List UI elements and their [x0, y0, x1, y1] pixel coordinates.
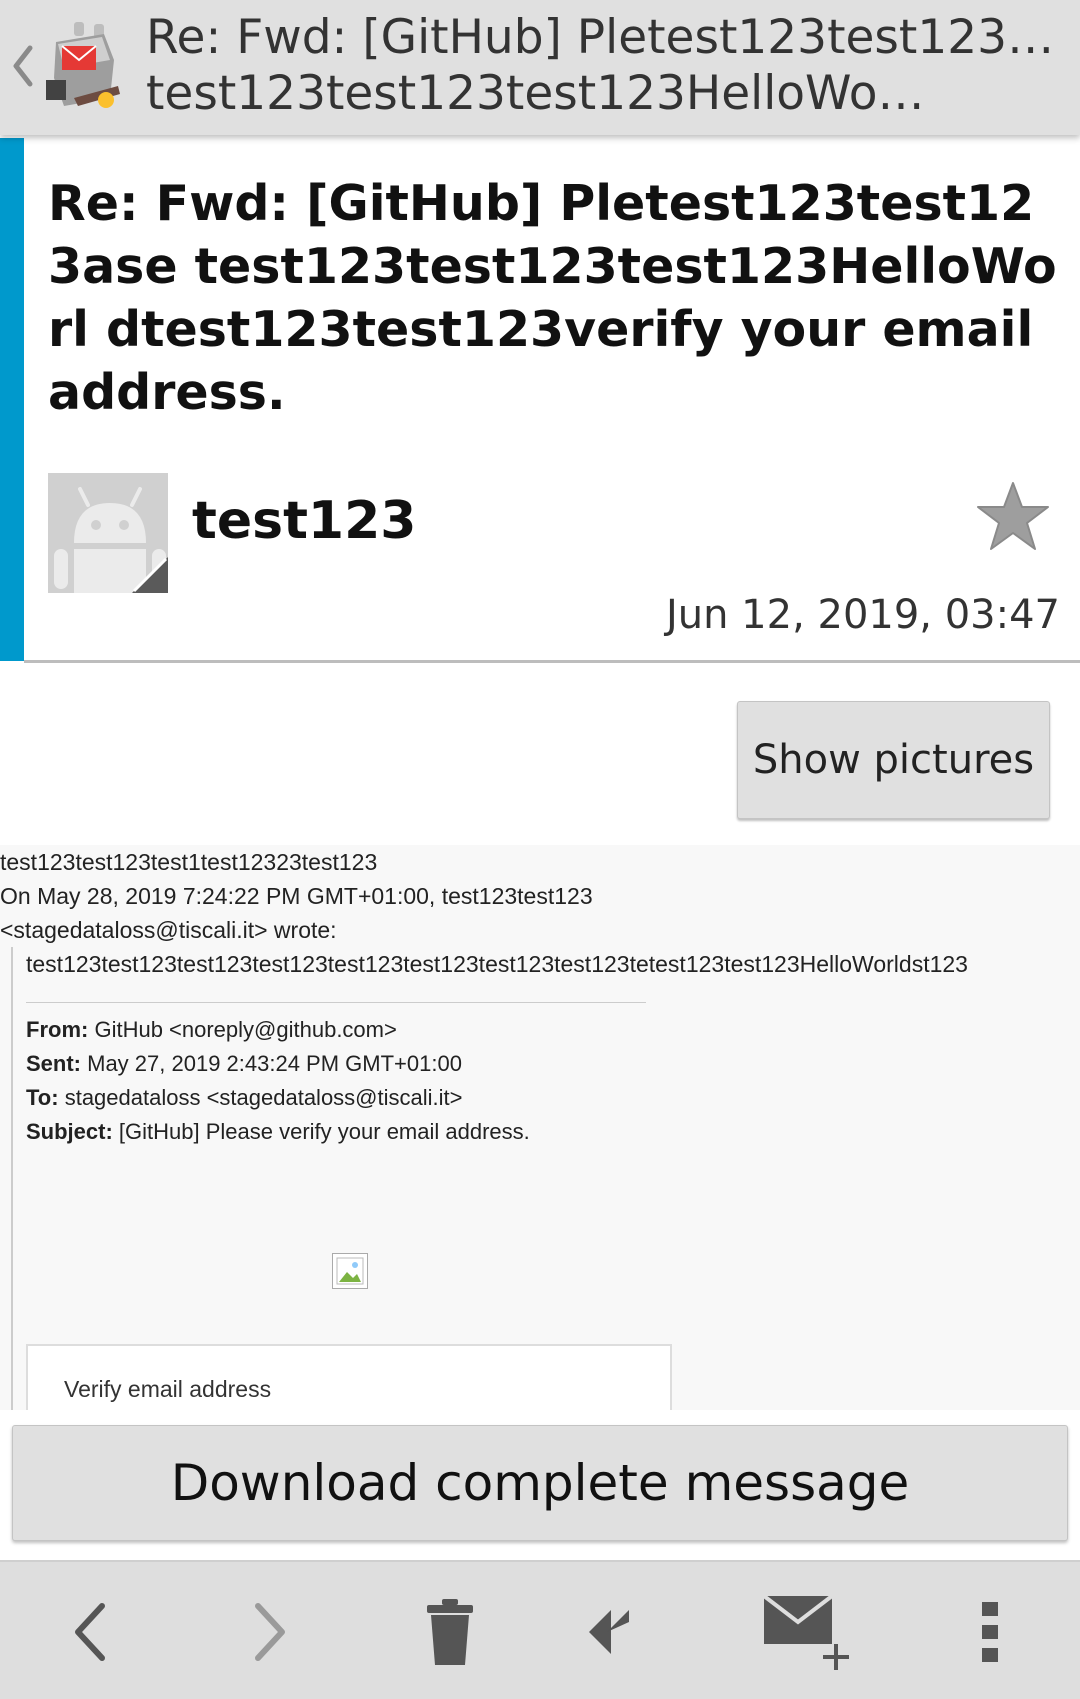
compose-icon — [762, 1594, 849, 1670]
body-line: On May 28, 2019 7:24:22 PM GMT+01:00, te… — [0, 883, 593, 909]
overflow-menu-icon — [982, 1602, 998, 1662]
star-icon[interactable] — [975, 480, 1051, 552]
from-row: From: GitHub <noreply@github.com> — [26, 1013, 530, 1047]
action-bar: Re: Fwd: [GitHub] Pletest123test123ase t… — [0, 0, 1080, 135]
quoted-text: test123test123test123test123test123test1… — [26, 951, 968, 977]
sent-label: Sent: — [26, 1051, 81, 1076]
sent-row: Sent: May 27, 2019 2:43:24 PM GMT+01:00 — [26, 1047, 530, 1081]
from-value[interactable]: GitHub <noreply@github.com> — [94, 1017, 396, 1042]
delete-icon — [427, 1599, 473, 1665]
header-divider — [24, 660, 1080, 663]
subject-value: [GitHub] Please verify your email addres… — [118, 1119, 530, 1144]
to-label: To: — [26, 1085, 59, 1110]
contact-avatar[interactable] — [48, 473, 168, 593]
quoted-message: test123test123test123test123test123test1… — [11, 947, 1080, 1410]
to-value[interactable]: stagedataloss <stagedataloss@tiscali.it> — [65, 1085, 463, 1110]
android-avatar-icon — [48, 473, 168, 593]
message-view-screen: Re: Fwd: [GitHub] Pletest123test123ase t… — [0, 0, 1080, 1699]
to-row: To: stagedataloss <stagedataloss@tiscali… — [26, 1081, 530, 1115]
message-body[interactable]: test123test123test1test12323test123 On M… — [0, 845, 1080, 1410]
sent-value: May 27, 2019 2:43:24 PM GMT+01:00 — [87, 1051, 462, 1076]
reply-all-icon — [589, 1610, 629, 1654]
subject-label: Subject: — [26, 1119, 113, 1144]
broken-image-icon — [332, 1253, 368, 1289]
show-pictures-button[interactable]: Show pictures — [737, 701, 1050, 819]
compose-button[interactable] — [750, 1582, 870, 1682]
body-line: test123test123test1test12323test123 — [0, 849, 378, 875]
chevron-left-icon[interactable] — [10, 44, 36, 88]
forwarded-headers: From: GitHub <noreply@github.com> Sent: … — [26, 1013, 530, 1149]
action-bar-title-line1: Re: Fwd: [GitHub] Pletest123test123ase — [146, 10, 1056, 65]
previous-message-button[interactable] — [30, 1582, 150, 1682]
account-color-bar — [0, 138, 24, 661]
quote-divider — [26, 1002, 646, 1003]
verify-email-card: Verify email address — [26, 1344, 672, 1410]
overflow-menu-button[interactable] — [930, 1582, 1050, 1682]
bottom-toolbar — [0, 1560, 1080, 1699]
from-label: From: — [26, 1017, 89, 1042]
sender-name[interactable]: test123 — [192, 490, 416, 552]
next-message-button[interactable] — [210, 1582, 330, 1682]
message-subject: Re: Fwd: [GitHub] Pletest123test123ase t… — [48, 175, 1057, 421]
action-bar-title-line2: test123test123test123HelloWo… — [146, 66, 925, 121]
body-line: <stagedataloss@tiscali.it> wrote: — [0, 917, 337, 943]
action-bar-title: Re: Fwd: [GitHub] Pletest123test123ase t… — [146, 10, 1056, 122]
reply-all-button[interactable] — [570, 1582, 690, 1682]
k9-mail-robot-icon[interactable] — [44, 20, 124, 114]
verify-email-label[interactable]: Verify email address — [64, 1376, 271, 1403]
next-icon — [255, 1603, 285, 1661]
message-date: Jun 12, 2019, 03:47 — [665, 592, 1060, 638]
message-header: Re: Fwd: [GitHub] Pletest123test123ase t… — [0, 138, 1080, 661]
body-intro: test123test123test1test12323test123 On M… — [0, 845, 1080, 947]
subject-row: Subject: [GitHub] Please verify your ema… — [26, 1115, 530, 1149]
download-complete-message-button[interactable]: Download complete message — [12, 1425, 1068, 1541]
delete-button[interactable] — [390, 1582, 510, 1682]
previous-icon — [75, 1603, 105, 1661]
